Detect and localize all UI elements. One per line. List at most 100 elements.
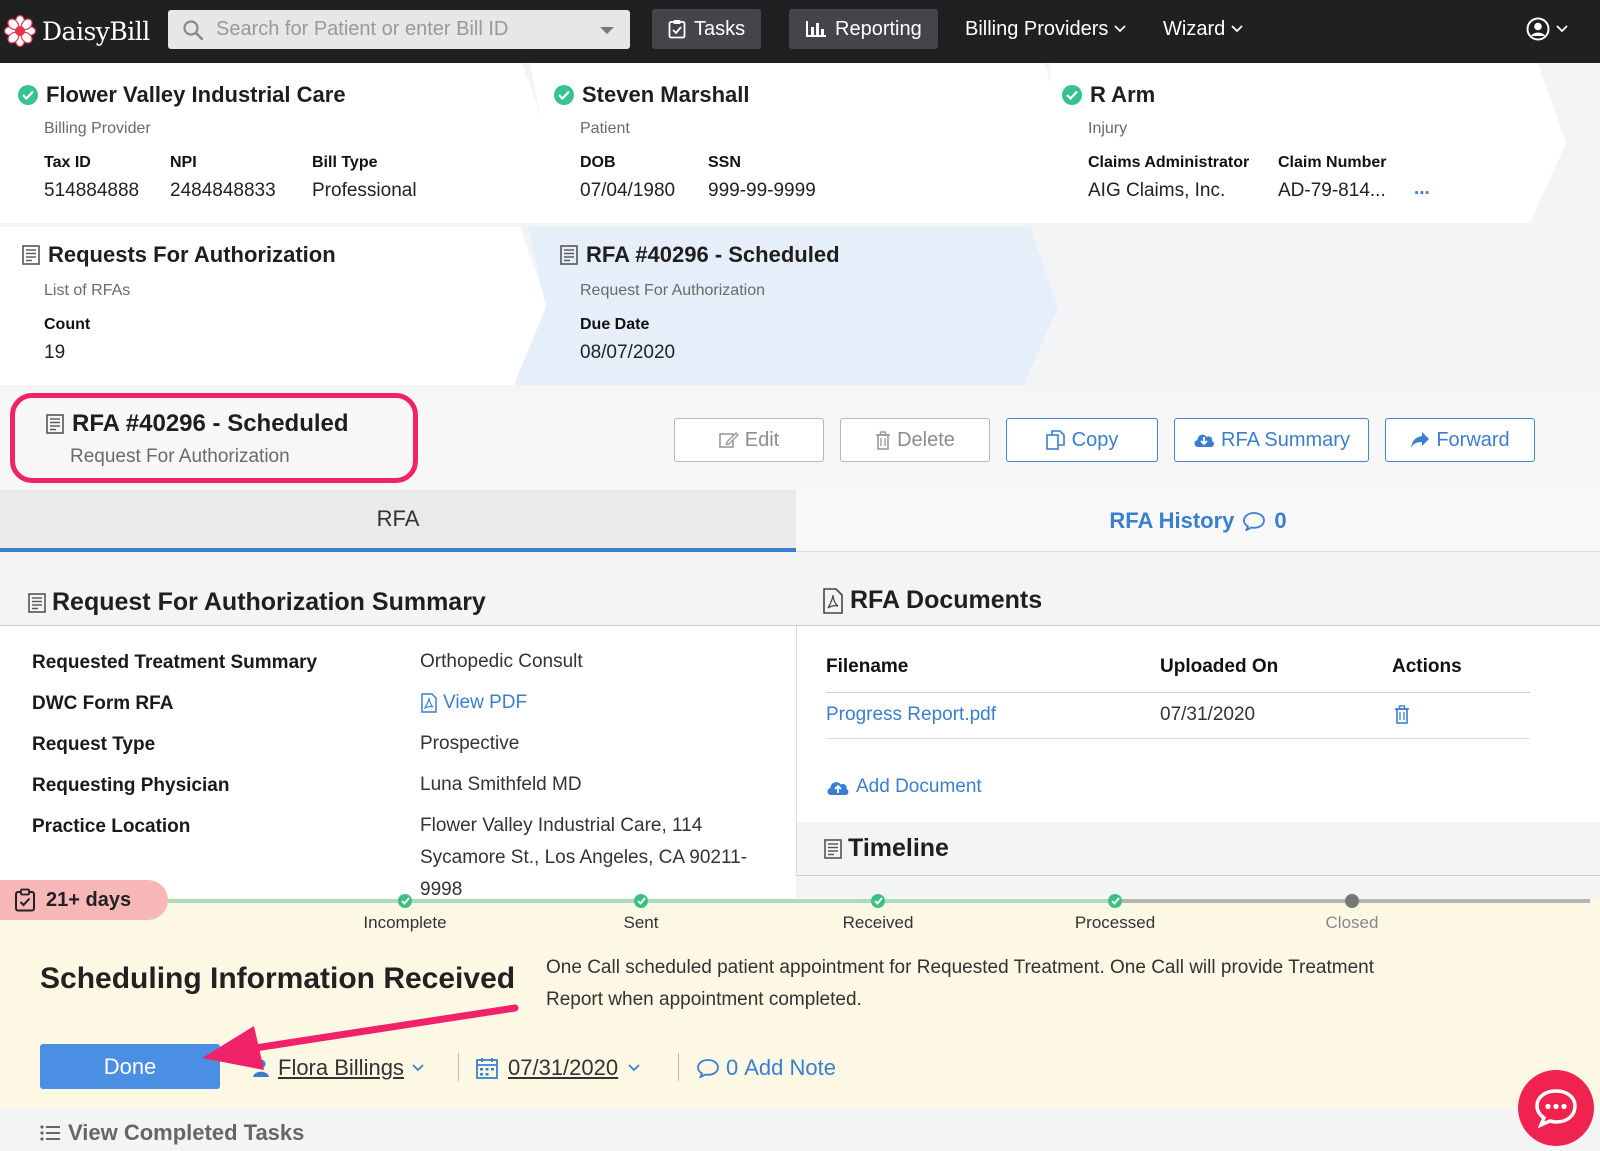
step-sent xyxy=(634,894,648,908)
patient-card[interactable]: Steven Marshall Patient DOB 07/04/1980 S… xyxy=(554,82,816,201)
breadcrumb-cards-background xyxy=(0,63,1566,385)
view-pdf-link[interactable]: View PDF xyxy=(420,687,527,719)
step-label: Closed xyxy=(1325,913,1379,932)
reporting-button[interactable]: Reporting xyxy=(789,9,938,49)
step-closed-dot xyxy=(1345,894,1359,908)
billing-providers-label: Billing Providers xyxy=(965,17,1109,40)
history-count: 0 xyxy=(1274,507,1287,533)
summary-row-label: Request Type xyxy=(32,734,156,755)
rfa-summary-button[interactable]: RFA Summary xyxy=(1174,418,1369,462)
chevron-down-icon xyxy=(628,1064,640,1072)
copy-button[interactable]: Copy xyxy=(1006,418,1158,462)
check-circle-icon xyxy=(18,85,38,105)
forward-button[interactable]: Forward xyxy=(1385,418,1535,462)
document-uploaded-on: 07/31/2020 xyxy=(1160,704,1256,725)
patient-search[interactable]: Search for Patient or enter Bill ID xyxy=(168,10,630,49)
brand-logo[interactable]: DaisyBill xyxy=(4,12,150,50)
current-rfa-card[interactable]: RFA #40296 - Scheduled Request For Autho… xyxy=(560,242,840,363)
add-document-button[interactable]: Add Document xyxy=(826,776,982,798)
divider xyxy=(678,1053,679,1081)
billing-providers-menu[interactable]: Billing Providers xyxy=(965,9,1127,49)
documents-col-header: Filename xyxy=(826,656,909,677)
summary-row-label: Requested Treatment Summary xyxy=(32,652,318,673)
field-label: DOB xyxy=(580,154,616,171)
field-value: Professional xyxy=(312,180,417,201)
step-label: Sent xyxy=(623,913,659,932)
field-value: 07/04/1980 xyxy=(580,180,676,201)
count-label: Count xyxy=(44,316,91,333)
current-rfa-title: RFA #40296 - Scheduled xyxy=(560,242,840,268)
top-navbar: DaisyBill Search for Patient or enter Bi… xyxy=(0,0,1600,63)
documents-col-header: Uploaded On xyxy=(1160,656,1279,677)
tab-rfa[interactable]: RFA xyxy=(0,490,796,552)
brand-name: DaisyBill xyxy=(42,16,150,46)
cloud-download-icon xyxy=(1194,434,1215,447)
task-progress-track-complete xyxy=(140,899,1120,903)
share-arrow-icon xyxy=(1411,432,1430,448)
table-divider xyxy=(826,692,1530,693)
summary-row-label: Requesting Physician xyxy=(32,775,230,796)
count-value: 19 xyxy=(44,342,66,363)
pdf-file-icon xyxy=(421,693,437,713)
daisy-icon xyxy=(4,15,36,47)
step-processed xyxy=(1108,894,1122,908)
reporting-label: Reporting xyxy=(835,17,922,40)
tasks-button[interactable]: Tasks xyxy=(652,9,762,49)
list-icon xyxy=(40,1125,60,1141)
field-value: 514884888 xyxy=(44,180,140,201)
search-icon xyxy=(183,19,204,40)
rfa-list-subtitle: List of RFAs xyxy=(44,282,131,299)
chat-launcher-button[interactable] xyxy=(1518,1070,1594,1146)
billing-provider-subtitle: Billing Provider xyxy=(44,120,151,137)
field-value: AIG Claims, Inc. xyxy=(1088,180,1226,201)
task-age-badge: 21+ days xyxy=(0,880,168,920)
field-value: 2484848833 xyxy=(170,180,276,201)
note-count: 0 xyxy=(726,1055,739,1080)
add-note-button[interactable]: 0 Add Note xyxy=(696,1055,836,1081)
summary-row-value: Luna Smithfeld MD xyxy=(420,774,582,795)
bar-chart-icon xyxy=(806,21,826,37)
search-dropdown-caret-icon[interactable] xyxy=(600,27,614,34)
chevron-down-icon xyxy=(1114,25,1127,33)
tab-rfa-history[interactable]: RFA History 0 xyxy=(796,490,1600,552)
table-divider xyxy=(826,738,1530,739)
wizard-menu[interactable]: Wizard xyxy=(1163,9,1243,49)
user-avatar-icon xyxy=(1526,17,1550,41)
check-circle-icon xyxy=(1108,894,1122,908)
patient-subtitle: Patient xyxy=(580,120,630,137)
document-filename-link[interactable]: Progress Report.pdf xyxy=(826,704,996,726)
clipboard-check-icon xyxy=(15,888,35,912)
step-label: Incomplete xyxy=(363,913,447,932)
search-placeholder: Search for Patient or enter Bill ID xyxy=(216,18,509,40)
more-fields-link[interactable]: ... xyxy=(1414,178,1430,200)
form-document-icon xyxy=(46,414,64,434)
check-circle-icon xyxy=(871,894,885,908)
comment-icon xyxy=(1243,511,1266,531)
current-rfa-subtitle: Request For Authorization xyxy=(580,282,765,299)
summary-row-value: Orthopedic Consult xyxy=(420,651,583,672)
form-document-icon xyxy=(560,245,578,265)
summary-row-value: Flower Valley Industrial Care, 114 Sycam… xyxy=(420,815,748,900)
edit-button[interactable]: Edit xyxy=(674,418,824,462)
due-date-value: 08/07/2020 xyxy=(580,342,676,363)
injury-card[interactable]: R Arm Injury Claims Administrator AIG Cl… xyxy=(1062,82,1430,201)
page-title-text: RFA #40296 - Scheduled xyxy=(72,410,349,437)
step-label: Received xyxy=(842,913,914,932)
check-circle-icon xyxy=(398,894,412,908)
copy-icon xyxy=(1045,430,1065,450)
billing-provider-card[interactable]: Flower Valley Industrial Care Billing Pr… xyxy=(18,82,417,201)
delete-button[interactable]: Delete xyxy=(840,418,990,462)
form-document-icon xyxy=(28,592,46,613)
tasks-label: Tasks xyxy=(694,17,746,40)
rfa-list-card[interactable]: Requests For Authorization List of RFAs … xyxy=(22,242,336,363)
clipboard-check-icon xyxy=(668,20,686,39)
delete-document-button[interactable] xyxy=(1394,705,1410,724)
injury-subtitle: Injury xyxy=(1088,120,1128,137)
view-completed-tasks-link[interactable]: View Completed Tasks xyxy=(40,1120,304,1146)
trash-icon xyxy=(876,430,891,450)
task-description: One Call scheduled patient appointment f… xyxy=(546,957,1375,1010)
user-menu[interactable] xyxy=(1526,9,1568,49)
due-date-label: Due Date xyxy=(580,316,650,333)
highlight-annotation xyxy=(10,393,418,483)
patient-title: Steven Marshall xyxy=(554,82,750,108)
